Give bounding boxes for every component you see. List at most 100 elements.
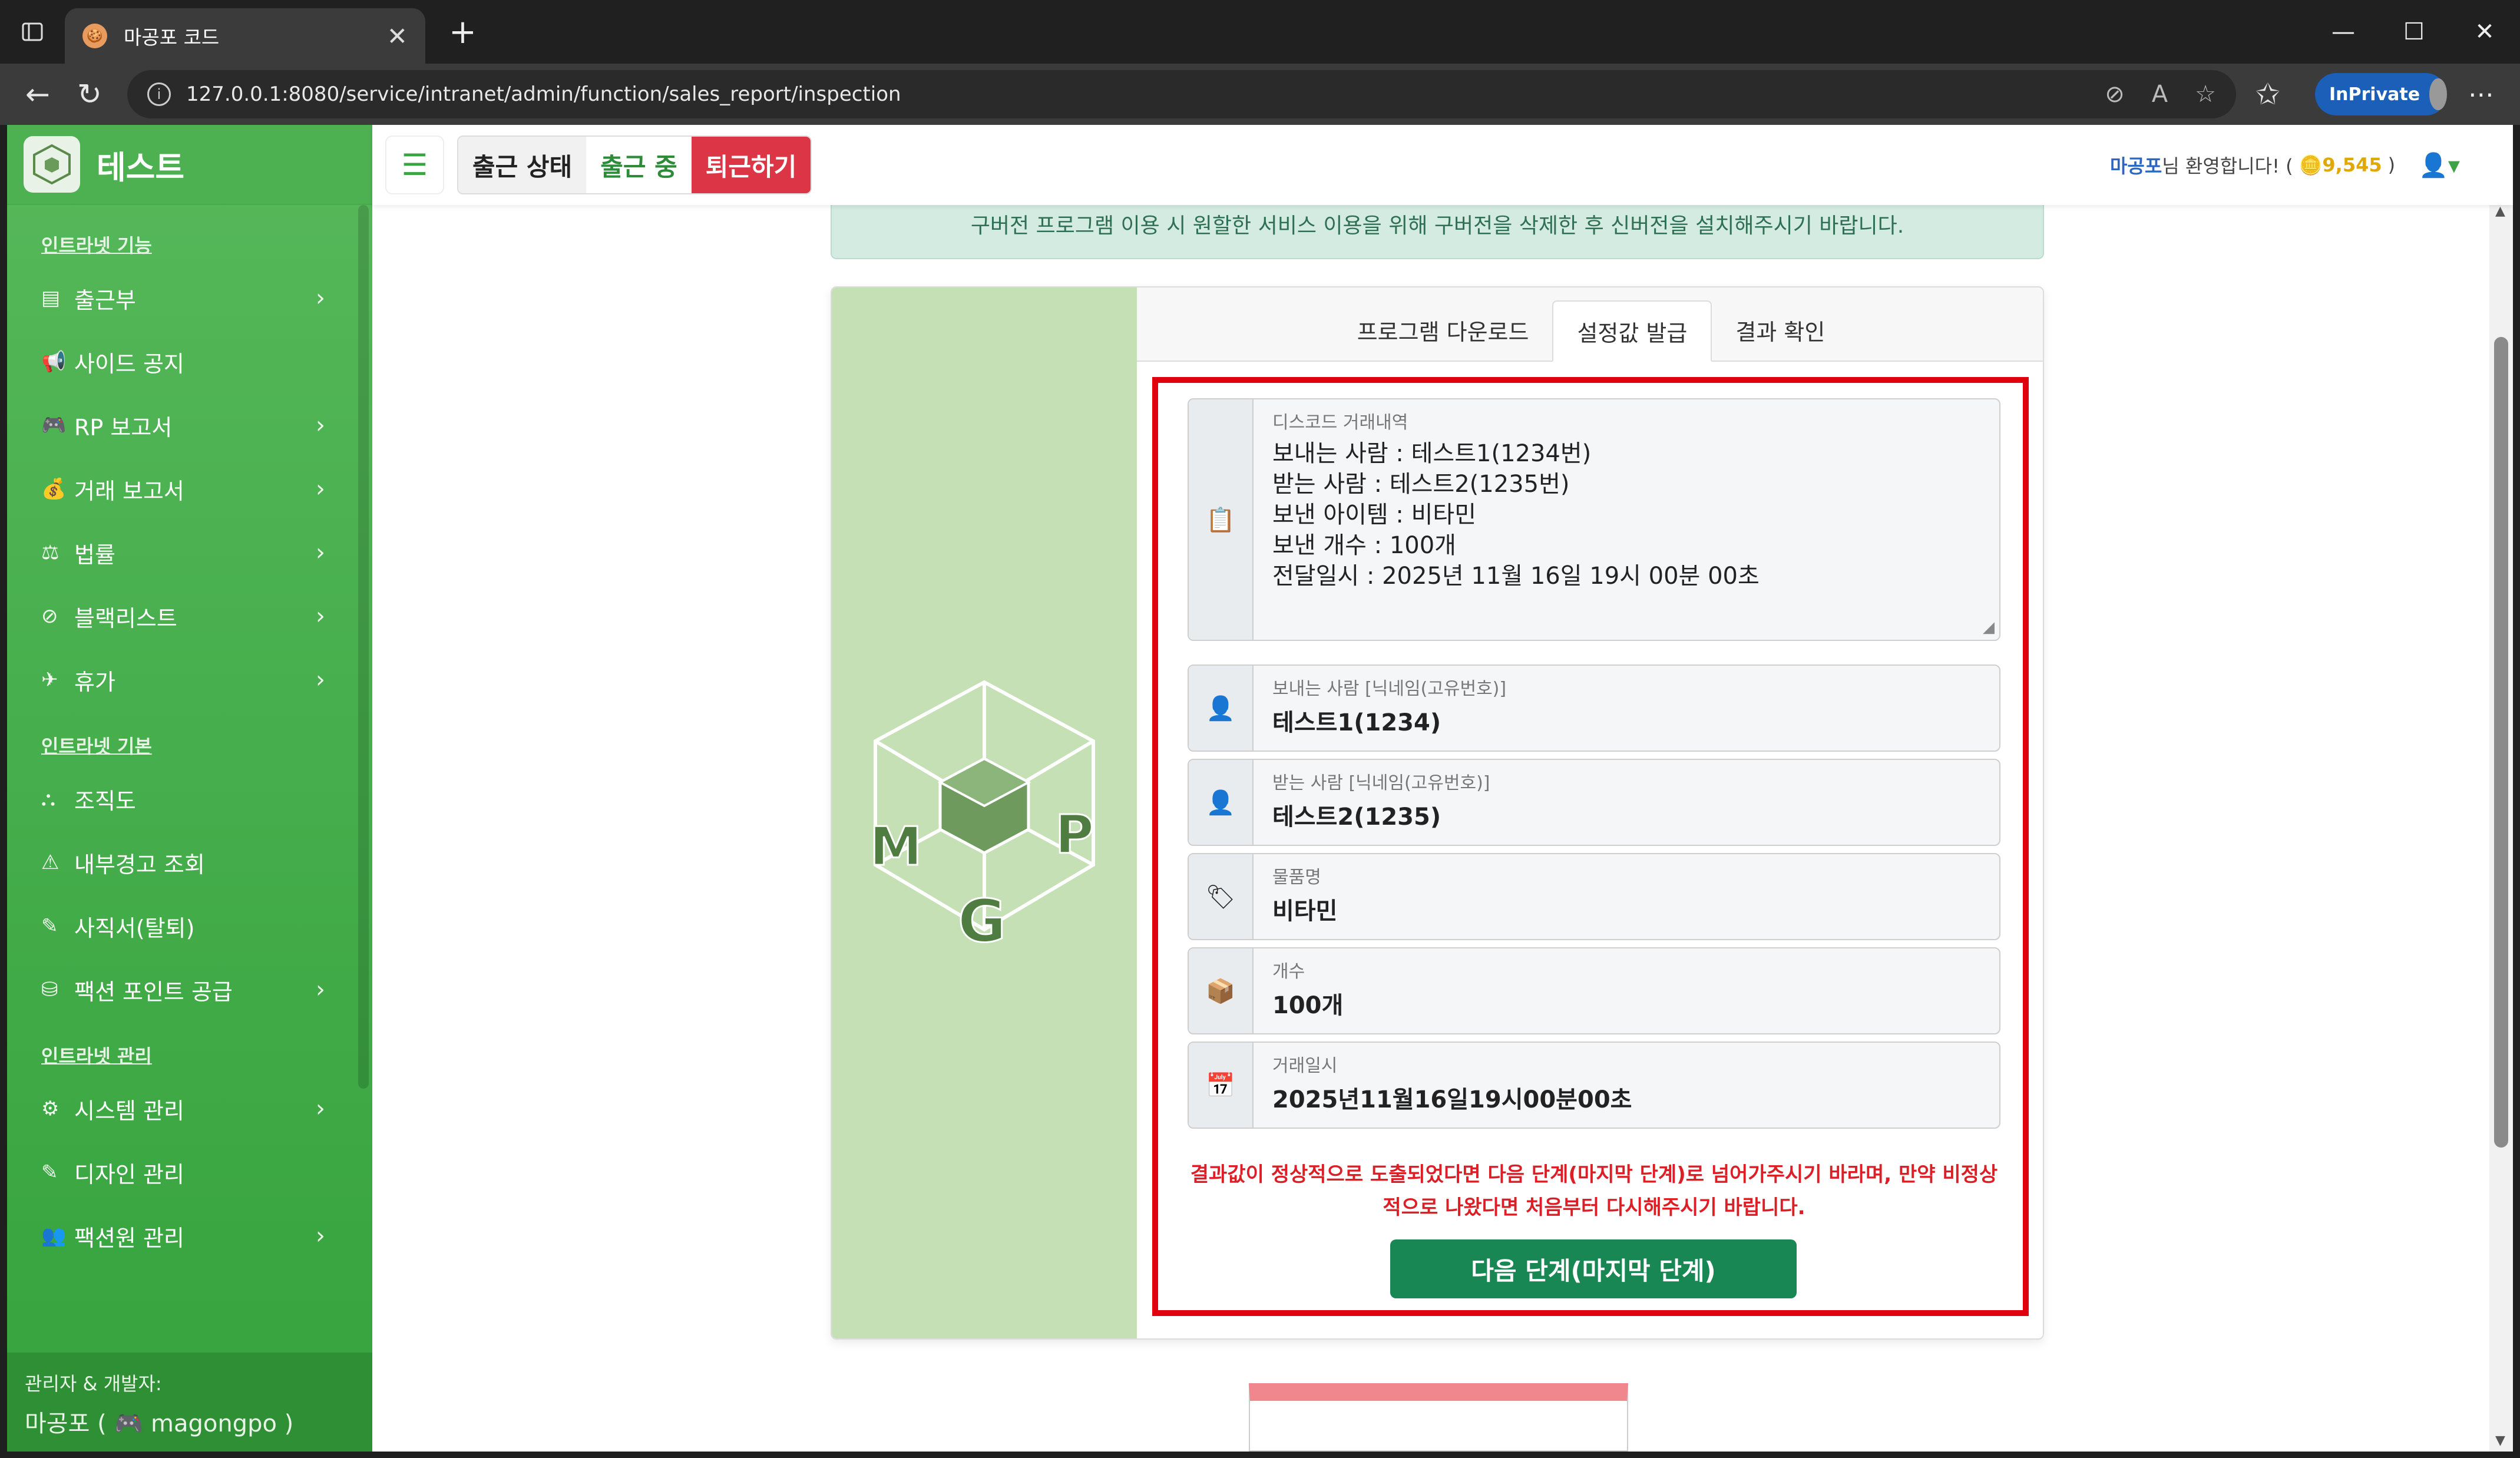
chevron-right-icon: › <box>316 666 325 693</box>
sidebar-item[interactable]: ⛬ 조직도 <box>7 767 372 831</box>
attendance-on-badge: 출근 중 <box>586 137 692 193</box>
main-content: 구버전 프로그램 이용 시 원할한 서비스 이용을 위해 구버전을 삭제한 후 … <box>372 204 2513 1452</box>
footer-name: 마공포 ( <box>25 1410 107 1437</box>
tracking-prevention-icon[interactable]: ⊘ <box>2105 81 2125 108</box>
gamepad-icon: 🎮 <box>41 414 67 437</box>
more-options-icon[interactable]: ⋯ <box>2468 80 2494 110</box>
svg-text:M: M <box>869 816 922 878</box>
money-bag-icon: 💰 <box>41 477 67 501</box>
sidebar-item[interactable]: ⚖ 법률 › <box>7 521 372 584</box>
update-notice: 구버전 프로그램 이용 시 원할한 서비스 이용을 위해 구버전을 삭제한 후 … <box>831 205 2044 259</box>
brand-logo <box>24 136 80 193</box>
favorite-star-icon[interactable]: ☆ <box>2195 81 2216 108</box>
tab-result-check[interactable]: 결과 확인 <box>1712 299 1848 361</box>
brush-icon: ✎ <box>41 1161 58 1184</box>
users-gear-icon: 👥 <box>41 1224 67 1248</box>
sidebar-footer: 관리자 & 개발자: 마공포 ( 🎮 magongpo ) <box>7 1353 372 1452</box>
warning-icon: ⚠ <box>41 851 59 874</box>
sidebar-item-label: 시스템 관리 <box>74 1097 184 1124</box>
favorites-icon[interactable]: ✩ <box>2242 77 2294 111</box>
tab-actions-icon[interactable] <box>0 0 65 64</box>
sidebar: 테스트 인트라넷 기능 ▤ 출근부 › 📢 사이드 공지 🎮 RP 보고서 › 💰 거래 보고서 › ⚖… <box>7 125 372 1452</box>
sidebar-item[interactable]: ⊘ 블랙리스트 › <box>7 584 372 648</box>
discord-log-textarea[interactable]: 디스코드 거래내역 보내는 사람 : 테스트1(1234번) 받는 사람 : 테… <box>1254 399 1999 640</box>
sitemap-icon: ⛬ <box>41 787 55 811</box>
sidebar-item[interactable]: 👥 팩션원 관리 › <box>7 1204 372 1268</box>
receiver-group: 👤 받는 사람 [닉네임(고유번호)] 테스트2(1235) <box>1188 759 2000 846</box>
sidebar-item[interactable]: ✎ 사직서(탈퇴) <box>7 894 372 958</box>
chevron-right-icon: › <box>316 539 325 566</box>
sidebar-scrollbar[interactable] <box>358 205 369 1089</box>
page-scrollbar[interactable]: ▲ ▼ <box>2489 204 2513 1452</box>
mgp-logo: M G P <box>869 680 1095 953</box>
sidebar-item[interactable]: ⛁ 팩션 포인트 공급 › <box>7 958 372 1021</box>
sidebar-nav: 인트라넷 기능 ▤ 출근부 › 📢 사이드 공지 🎮 RP 보고서 › 💰 거래 보고서 › ⚖ 법률 › ⊘… <box>7 205 372 1268</box>
close-window-icon[interactable]: ✕ <box>2449 18 2520 45</box>
sidebar-item[interactable]: 📢 사이드 공지 <box>7 330 372 394</box>
user-menu-icon[interactable]: 👤▾ <box>2419 151 2460 179</box>
sidebar-section-heading: 인트라넷 관리 <box>41 1045 152 1067</box>
sidebar-item[interactable]: ⚠ 내부경고 조회 <box>7 831 372 894</box>
svg-text:G: G <box>958 887 1006 953</box>
date-value: 2025년11월16일19시00분00초 <box>1272 1086 1632 1113</box>
inprivate-label: InPrivate <box>2329 84 2420 105</box>
sidebar-item[interactable]: 🎮 RP 보고서 › <box>7 394 372 457</box>
chevron-right-icon: › <box>316 976 325 1003</box>
brand[interactable]: 테스트 <box>7 125 372 205</box>
discord-icon: 🎮 <box>114 1410 144 1437</box>
clock-out-button[interactable]: 퇴근하기 <box>691 137 811 193</box>
sidebar-item-label: 블랙리스트 <box>74 605 177 632</box>
sidebar-item-label: 법률 <box>74 541 115 568</box>
new-tab-icon[interactable]: + <box>449 13 477 51</box>
sender-group: 👤 보내는 사람 [닉네임(고유번호)] 테스트1(1234) <box>1188 664 2000 752</box>
scroll-thumb[interactable] <box>2494 337 2508 1148</box>
count-input[interactable]: 개수 100개 <box>1254 948 1999 1033</box>
date-input[interactable]: 거래일시 2025년11월16일19시00분00초 <box>1254 1043 1999 1128</box>
coins-icon: ⛁ <box>41 978 58 1001</box>
scroll-up-icon[interactable]: ▲ <box>2495 204 2505 219</box>
minimize-icon[interactable]: — <box>2308 18 2379 45</box>
welcome-text: 님 환영합니다! ( <box>2162 155 2293 177</box>
tab-program-download[interactable]: 프로그램 다운로드 <box>1334 299 1553 361</box>
resize-handle-icon[interactable]: ◢ <box>1983 619 1995 636</box>
item-label: 물품명 <box>1272 867 1321 888</box>
welcome-user: 마공포 <box>2109 155 2162 177</box>
info-icon[interactable]: i <box>147 82 171 106</box>
sidebar-item[interactable]: ⚙ 시스템 관리 › <box>7 1077 372 1140</box>
receiver-input[interactable]: 받는 사람 [닉네임(고유번호)] 테스트2(1235) <box>1254 760 1999 845</box>
refresh-icon[interactable]: ↻ <box>64 77 115 111</box>
next-step-button[interactable]: 다음 단계(마지막 단계) <box>1390 1239 1797 1298</box>
item-input[interactable]: 물품명 비타민 <box>1254 854 1999 939</box>
clipboard-icon: 📋 <box>1189 399 1254 640</box>
back-icon[interactable]: ← <box>12 77 64 111</box>
scroll-down-icon[interactable]: ▼ <box>2495 1433 2505 1448</box>
points-number: 9,545 <box>2322 154 2382 176</box>
boxes-icon: 📦 <box>1189 948 1254 1033</box>
sidebar-item-label: 디자인 관리 <box>74 1161 184 1188</box>
inprivate-badge[interactable]: InPrivate <box>2315 73 2447 115</box>
discord-line: 보낸 개수 : 100개 <box>1272 532 1456 559</box>
sender-input[interactable]: 보내는 사람 [닉네임(고유번호)] 테스트1(1234) <box>1254 666 1999 751</box>
footer-title: 관리자 & 개발자: <box>25 1373 162 1395</box>
sidebar-item[interactable]: ✎ 디자인 관리 <box>7 1140 372 1204</box>
chevron-right-icon: › <box>316 1095 325 1122</box>
url-field[interactable]: i 127.0.0.1:8080/service/intranet/admin/… <box>127 70 2236 118</box>
browser-tab[interactable]: 🍪 마공포 코드 ✕ <box>65 8 425 64</box>
sender-value: 테스트1(1234) <box>1272 709 1441 736</box>
count-value: 100개 <box>1272 992 1344 1019</box>
sidebar-item-label: 사직서(탈퇴) <box>74 915 195 941</box>
welcome-message: 마공포 님 환영합니다! ( 🪙9,545 ) 👤▾ <box>2110 151 2460 179</box>
sidebar-item-label: 팩션원 관리 <box>74 1225 184 1251</box>
maximize-icon[interactable]: ☐ <box>2379 18 2449 45</box>
url-text: 127.0.0.1:8080/service/intranet/admin/fu… <box>186 82 901 106</box>
sidebar-item[interactable]: 💰 거래 보고서 › <box>7 457 372 521</box>
menu-toggle-icon[interactable]: ☰ <box>385 135 444 194</box>
tab-settings-issue[interactable]: 설정값 발급 <box>1552 300 1712 362</box>
discord-line: 받는 사람 : 테스트2(1235번) <box>1272 471 1570 498</box>
inspection-card: M G P 프로그램 다운로드 설정값 발급 결과 확인 📋 디스코드 거래내역 <box>831 286 2044 1340</box>
sidebar-item[interactable]: ▤ 출근부 › <box>7 266 372 330</box>
read-aloud-icon[interactable]: A <box>2152 81 2168 108</box>
sidebar-item[interactable]: ✈ 휴가 › <box>7 648 372 712</box>
close-tab-icon[interactable]: ✕ <box>387 22 408 51</box>
pen-icon: ✎ <box>41 914 58 938</box>
